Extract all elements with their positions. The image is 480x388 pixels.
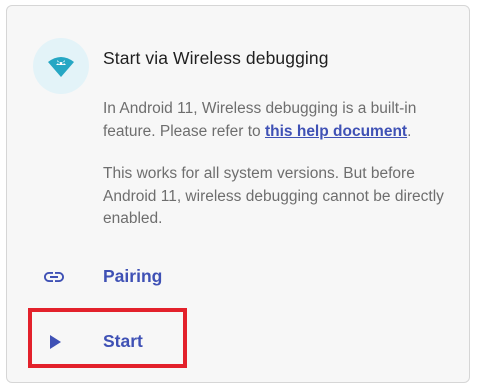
- android-wifi-icon: [33, 38, 89, 94]
- description-period: .: [407, 122, 412, 140]
- start-button[interactable]: Start: [22, 317, 462, 367]
- start-label: Start: [103, 331, 143, 351]
- description-android-11: In Android 11, Wireless debugging is a b…: [103, 98, 458, 143]
- pairing-button[interactable]: Pairing: [22, 252, 462, 302]
- description-all-versions: This works for all system versions. But …: [103, 165, 444, 227]
- help-document-link[interactable]: this help document: [265, 123, 407, 140]
- link-icon: [44, 272, 64, 282]
- card-title: Start via Wireless debugging: [103, 48, 329, 68]
- pairing-label: Pairing: [103, 266, 163, 286]
- play-icon: [50, 335, 61, 349]
